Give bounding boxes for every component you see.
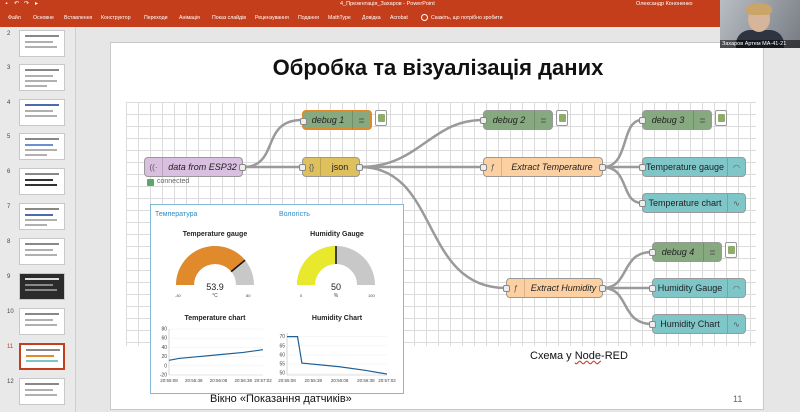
humidity-chart-series-line	[287, 336, 388, 375]
participant-name: Захаров Артем МА-41-21	[720, 40, 800, 48]
output-port[interactable]	[599, 164, 606, 171]
input-port[interactable]	[300, 118, 307, 125]
debug-toggle-button[interactable]	[725, 242, 737, 258]
chart-icon: ∿	[727, 194, 745, 212]
node-temperature-chart[interactable]: Temperature chart ∿	[639, 193, 746, 213]
caption-node-word: Node	[574, 350, 602, 362]
temperature-chart-x-tick: 20:55:38	[185, 378, 203, 383]
node-label: debug 4	[661, 247, 695, 257]
chart-icon: ∿	[727, 315, 745, 333]
websocket-icon: ((·	[145, 158, 163, 176]
gauge-icon: ◠	[727, 279, 745, 297]
gauge-icon: ◠	[727, 158, 745, 176]
input-port[interactable]	[639, 164, 646, 171]
humidity-chart-x-tick: 20:55:38	[305, 378, 323, 383]
node-extract-temperature[interactable]: ƒ Extract Temperature	[480, 157, 606, 177]
node-label: debug 1	[311, 115, 345, 125]
humidity-chart-y-tick: 70	[279, 334, 285, 340]
input-port[interactable]	[639, 200, 646, 207]
node-label: Temperature chart	[648, 198, 722, 208]
dashboard-panel: Температура Вологість Temperature gauge …	[150, 204, 404, 394]
output-port[interactable]	[356, 164, 363, 171]
humidity-chart-y-tick: 60	[279, 352, 285, 358]
temperature-chart-x-tick: 20:56:38	[234, 378, 252, 383]
list-icon: ≣	[534, 111, 552, 129]
status-dot-icon	[147, 179, 154, 186]
humidity-chart-x-tick: 20:57:02	[378, 378, 396, 383]
person-hair	[746, 3, 772, 15]
input-port[interactable]	[299, 164, 306, 171]
temperature-chart-y-tick: 60	[161, 336, 167, 342]
node-label: debug 2	[492, 115, 526, 125]
node-debug-3[interactable]: debug 3 ≣	[639, 110, 712, 130]
caption-suffix: -RED	[601, 350, 628, 362]
dashboard-caption: Вікно «Показання датчиків»	[210, 393, 352, 405]
input-port[interactable]	[480, 164, 487, 171]
output-port[interactable]	[239, 164, 246, 171]
temperature-chart-y-tick: 20	[161, 354, 167, 360]
input-port[interactable]	[649, 249, 656, 256]
temperature-chart-x-tick: 20:55:08	[160, 378, 178, 383]
debug-toggle-button[interactable]	[375, 110, 387, 126]
temperature-chart-y-tick: 0	[164, 363, 167, 369]
humidity-chart-y-tick: 50	[279, 371, 285, 377]
node-debug-2[interactable]: debug 2 ≣	[480, 110, 553, 130]
node-status: connected	[157, 178, 190, 185]
node-humidity-gauge[interactable]: Humidity Gauge ◠	[649, 278, 746, 298]
node-debug-4[interactable]: debug 4 ≣	[649, 242, 722, 262]
node-label: Extract Temperature	[511, 162, 593, 172]
output-port[interactable]	[599, 285, 606, 292]
temperature-chart-x-tick: 20:56:08	[210, 378, 228, 383]
temperature-chart-series-line	[168, 349, 264, 361]
node-data-from-esp32[interactable]: ((· data from ESP32	[144, 157, 246, 177]
input-port[interactable]	[639, 117, 646, 124]
temperature-chart-x-tick: 20:57:02	[254, 378, 272, 383]
debug-toggle-button[interactable]	[556, 110, 568, 126]
node-debug-1[interactable]: debug 1 ≣	[300, 110, 372, 130]
powerpoint-window: ▪ ↶ ↷ ▸ 4_Презентація_Захаров - PowerPoi…	[0, 0, 800, 412]
node-humidity-chart[interactable]: Humidity Chart ∿	[649, 314, 746, 334]
node-extract-humidity[interactable]: ƒ Extract Humidity	[503, 278, 606, 298]
debug-toggle-button[interactable]	[715, 110, 727, 126]
humidity-chart-x-tick: 20:56:38	[357, 378, 375, 383]
temperature-chart-y-tick: 80	[161, 327, 167, 333]
webcam-video[interactable]: Захаров Артем МА-41-21	[720, 0, 800, 48]
slide-number: 11	[733, 394, 743, 404]
humidity-chart-y-tick: 65	[279, 343, 285, 349]
node-label: Humidity Gauge	[657, 283, 723, 293]
input-port[interactable]	[480, 117, 487, 124]
list-icon: ≣	[703, 243, 721, 261]
node-label: Temperature gauge	[645, 162, 725, 172]
humidity-chart-x-tick: 20:56:08	[331, 378, 349, 383]
list-icon: ≣	[352, 111, 370, 129]
node-json[interactable]: {} json	[299, 157, 363, 177]
input-port[interactable]	[503, 285, 510, 292]
node-label: debug 3	[651, 115, 685, 125]
node-temperature-gauge[interactable]: Temperature gauge ◠	[639, 157, 746, 177]
caption-prefix: Схема у	[530, 350, 575, 362]
input-port[interactable]	[649, 321, 656, 328]
node-label: data from ESP32	[168, 162, 237, 172]
input-port[interactable]	[649, 285, 656, 292]
charts-svg: 806040200-2020:55:08 20:55:38 20:56:08 20:5…	[160, 327, 396, 384]
humidity-chart-x-tick: 20:55:08	[278, 378, 296, 383]
node-red-caption: Схема у Node-RED	[530, 350, 628, 362]
humidity-chart-y-tick: 55	[279, 362, 285, 368]
node-label: Humidity Chart	[660, 319, 720, 329]
list-icon: ≣	[693, 111, 711, 129]
temperature-chart-y-tick: 40	[161, 345, 167, 351]
node-label: Extract Humidity	[530, 283, 597, 293]
node-label: json	[331, 162, 349, 172]
